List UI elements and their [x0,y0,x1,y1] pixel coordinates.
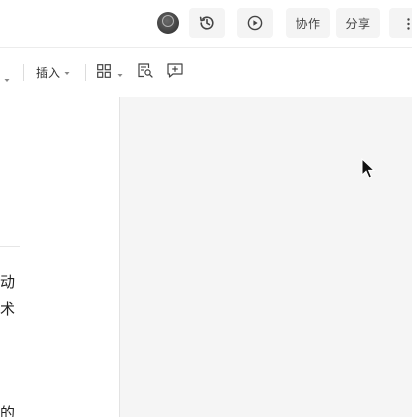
divider-line [0,246,20,247]
dropdown-caret-icon[interactable] [4,68,10,87]
insert-menu-button[interactable]: 插入 [36,62,70,82]
history-button[interactable] [189,8,225,38]
document-text-line: 动 [0,273,16,291]
find-in-document-button[interactable] [138,62,153,82]
grid-layout-icon [97,63,111,82]
document-text-line: 的 [0,404,16,417]
collaborate-button[interactable]: 协作 [286,8,330,38]
history-clock-icon [198,14,216,32]
chevron-down-icon [117,63,123,82]
present-button[interactable] [237,8,273,38]
document-search-icon [138,62,153,82]
user-avatar[interactable] [157,12,179,34]
editor-toolbar: 插入 [0,48,412,97]
document-text-line: 术 [0,300,16,318]
workspace-background [120,97,412,417]
top-header: 协作 分享 [0,0,412,48]
add-comment-button[interactable] [167,62,183,82]
share-label: 分享 [345,16,371,31]
chevron-down-icon [64,65,70,79]
document-page[interactable]: 动 术 的 [0,97,120,417]
more-button[interactable] [389,8,412,38]
play-circle-icon [246,14,264,32]
more-vertical-icon [407,18,410,30]
insert-label: 插入 [36,65,61,80]
toolbar-divider [85,64,86,81]
share-button[interactable]: 分享 [336,8,380,38]
mouse-pointer-icon [361,157,376,180]
add-comment-icon [167,62,183,82]
collaborate-label: 协作 [295,16,321,31]
avatar-image-ring [162,15,174,27]
toolbar-divider [23,64,24,81]
layout-grid-button[interactable] [97,62,123,82]
